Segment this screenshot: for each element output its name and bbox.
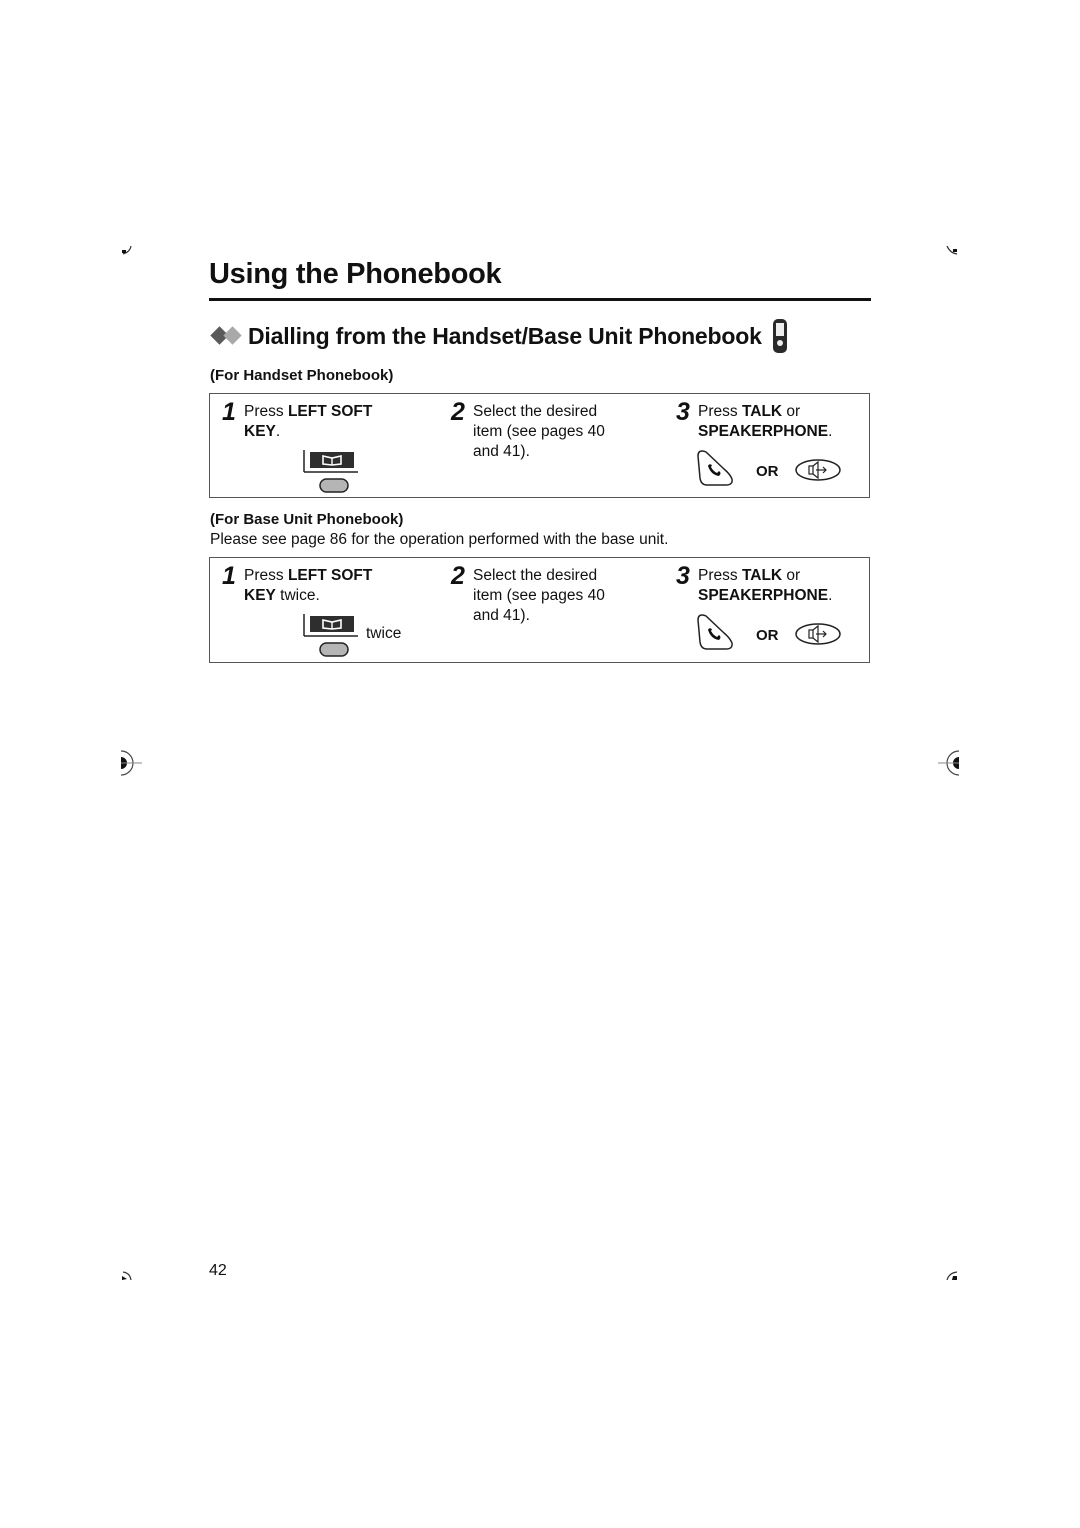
step-text-line: Select the desired xyxy=(473,403,598,420)
step-text: Select the desired item (see pages 40 an… xyxy=(473,566,605,626)
key-name: SPEAKERPHONE xyxy=(698,587,829,604)
step-text-line: Select the desired xyxy=(473,567,598,584)
crop-mark-bottom-left xyxy=(122,1271,132,1281)
step-number: 2 xyxy=(451,398,465,426)
crop-mark-top-right xyxy=(946,245,958,255)
handset-steps-box: 1 Press LEFT SOFT KEY. 2 Select the desi… xyxy=(209,393,870,498)
step-text-prefix: Press xyxy=(244,567,288,584)
section-heading: Dialling from the Handset/Base Unit Phon… xyxy=(210,318,788,354)
icon-caption-twice: twice xyxy=(366,625,402,642)
key-name: LEFT SOFT xyxy=(287,403,373,420)
phonebook-soft-key-icon xyxy=(303,450,358,493)
step-text-suffix: or xyxy=(782,403,801,420)
page-number: 42 xyxy=(209,1262,227,1279)
step-text: Select the desired item (see pages 40 an… xyxy=(473,402,605,462)
step-number: 1 xyxy=(222,398,236,426)
title-rule xyxy=(209,298,871,301)
step-number: 3 xyxy=(676,398,690,426)
key-name: KEY xyxy=(244,587,276,604)
base-section-heading: (For Base Unit Phonebook) xyxy=(210,511,404,528)
step-number: 1 xyxy=(222,562,236,590)
step-text-suffix: . xyxy=(828,587,833,604)
step-text: Press LEFT SOFT KEY. xyxy=(244,402,372,442)
step-text-suffix: twice. xyxy=(275,587,320,604)
step-text-prefix: Press xyxy=(244,403,288,420)
step-text: Press TALK or SPEAKERPHONE. xyxy=(698,402,832,442)
step-text-suffix: or xyxy=(782,567,801,584)
talk-button-icon xyxy=(697,614,733,650)
talk-button-icon xyxy=(697,450,733,486)
base-steps-box: 1 Press LEFT SOFT KEY twice. twice 2 Sel… xyxy=(209,557,870,663)
crop-mark-top-left xyxy=(122,245,132,255)
double-diamond-icon xyxy=(210,322,248,350)
step-text: Press TALK or SPEAKERPHONE. xyxy=(698,566,832,606)
handset-icon xyxy=(772,319,787,353)
or-label: OR xyxy=(756,627,779,644)
step-text-prefix: Press xyxy=(698,567,742,584)
speakerphone-button-icon xyxy=(795,459,841,481)
key-name: TALK xyxy=(741,567,783,584)
step-text-prefix: Press xyxy=(698,403,742,420)
registration-mark-right xyxy=(938,750,960,776)
page-title: Using the Phonebook xyxy=(209,258,502,290)
step-text: Press LEFT SOFT KEY twice. xyxy=(244,566,372,606)
phonebook-soft-key-icon xyxy=(303,614,358,657)
step-text-line: and 41). xyxy=(473,607,530,624)
key-name: KEY xyxy=(244,423,276,440)
base-section-note: Please see page 86 for the operation per… xyxy=(210,531,669,548)
step-text-line: item (see pages 40 xyxy=(473,587,605,604)
step-text-line: and 41). xyxy=(473,443,530,460)
key-name: SPEAKERPHONE xyxy=(698,423,829,440)
key-name: TALK xyxy=(741,403,783,420)
registration-mark-left xyxy=(120,750,142,776)
step-text-suffix: . xyxy=(275,423,281,440)
step-text-suffix: . xyxy=(828,423,833,440)
speakerphone-button-icon xyxy=(795,623,841,645)
or-label: OR xyxy=(756,463,779,480)
handset-section-heading: (For Handset Phonebook) xyxy=(210,367,394,384)
step-number: 2 xyxy=(451,562,465,590)
step-text-line: item (see pages 40 xyxy=(473,423,605,440)
key-name: LEFT SOFT xyxy=(287,567,373,584)
section-heading-text: Dialling from the Handset/Base Unit Phon… xyxy=(248,322,762,349)
crop-mark-bottom-right xyxy=(946,1271,958,1281)
step-number: 3 xyxy=(676,562,690,590)
